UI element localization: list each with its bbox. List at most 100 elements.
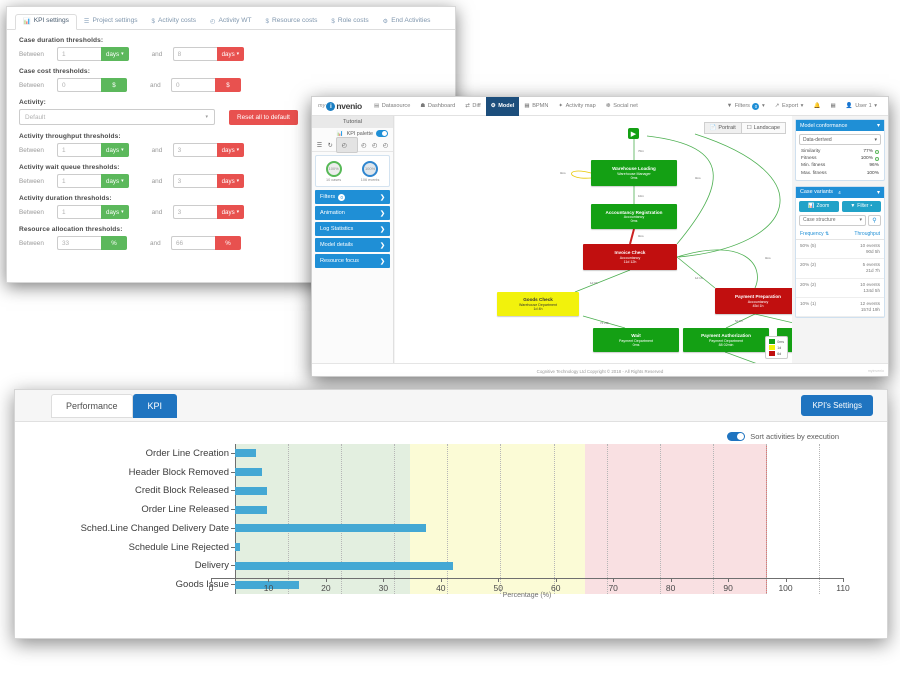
start-event-node[interactable]: ▶ [628, 128, 639, 139]
kpi-tab-resource-costs[interactable]: $ Resource costs [258, 15, 324, 29]
min-threshold-input[interactable] [57, 174, 101, 188]
bar[interactable] [235, 524, 427, 533]
accordion-model-details[interactable]: Model details ❯ [315, 238, 390, 252]
min-threshold-input[interactable] [57, 78, 101, 92]
case-variants-panel: Case variants 4 ▾ 📊 Zoom ▼ Filter • Case… [795, 185, 885, 319]
kpi-tab-project-settings[interactable]: ☰ Project settings [77, 15, 145, 29]
nav-item-activity-map[interactable]: ✦ Activity map [553, 97, 600, 116]
nav-action-export[interactable]: ↗ Export ▾ [770, 97, 809, 116]
accordion-filters[interactable]: Filters 0 ❯ [315, 190, 390, 204]
y-tick [231, 565, 235, 567]
max-threshold-input[interactable] [171, 78, 215, 92]
nav-item-bpmn[interactable]: ▦ BPMN [519, 97, 553, 116]
max-threshold-input[interactable] [171, 236, 215, 250]
max-threshold-input[interactable] [172, 47, 217, 61]
process-node-wait[interactable]: Wait Payment Department 0ms [593, 328, 679, 352]
zoom-button[interactable]: 📊 Zoom [799, 200, 839, 212]
max-threshold-unit[interactable]: days ▾ [216, 205, 245, 219]
nav-item-diff[interactable]: ⇄ Diff [460, 97, 485, 116]
clock-arrow-icon[interactable]: ◴ [369, 142, 380, 149]
gridline [765, 444, 767, 594]
case-variant-row[interactable]: 20% (2) 5 events 21d 7h [796, 259, 884, 279]
bar[interactable] [235, 561, 453, 570]
bar[interactable] [235, 505, 267, 514]
landscape-label: Landscape [753, 125, 780, 131]
kpi-tab-role-costs[interactable]: $ Role costs [324, 15, 375, 29]
kpi-settings-button[interactable]: KPI's Settings [801, 395, 873, 416]
nav-item-datasource[interactable]: ▤ Datasource [369, 97, 415, 116]
bar[interactable] [235, 449, 257, 458]
bar[interactable] [235, 486, 267, 495]
accordion-log-statistics[interactable]: Log Statistics ❯ [315, 222, 390, 236]
kpi-tab-activity-wt[interactable]: ◴ Activity WT [203, 15, 258, 29]
bar-row: Sched.Line Changed Delivery Date [81, 523, 819, 534]
conformance-source-select[interactable]: Data-derived ▾ [799, 134, 881, 145]
bar-row: Schedule Line Rejected [129, 542, 819, 553]
model-conformance-header[interactable]: Model conformance ▾ [796, 120, 884, 131]
nav-action-user-1[interactable]: 👤 User 1 ▾ [841, 97, 882, 116]
process-node-payment-preparation[interactable]: Payment Preparation Accountancy 45d 1h [715, 288, 792, 314]
nav-item-dashboard[interactable]: ☗ Dashboard [415, 97, 460, 116]
accordion-resource-focus[interactable]: Resource focus ❯ [315, 254, 390, 268]
max-threshold-unit[interactable]: days ▾ [216, 174, 245, 188]
nav-item-model[interactable]: ⚙ Model [485, 97, 520, 116]
process-model-canvas[interactable]: 📄 Portrait ☐ Landscape Warehouse Loading… [395, 116, 792, 363]
accordion-animation[interactable]: Animation ❯ [315, 206, 390, 220]
kpi-palette-toggle[interactable] [376, 130, 388, 137]
min-threshold-input[interactable] [57, 205, 101, 219]
min-threshold-unit[interactable]: days ▾ [101, 174, 129, 188]
bell-icon: 🔔 [813, 103, 821, 109]
kpi-tab-kpi-settings[interactable]: 📊 KPI settings [15, 14, 77, 30]
min-threshold-unit[interactable]: days ▾ [101, 205, 129, 219]
clock-plus-icon[interactable]: ◴ [358, 142, 369, 149]
min-threshold-input[interactable] [57, 47, 101, 61]
nav-action-grid-icon[interactable]: ▦ [825, 97, 840, 116]
nav-action-filters[interactable]: ▼ Filters 0 ▾ [722, 97, 770, 116]
process-node-goods-check[interactable]: Goods Check Warehouse Department 1d 4h [497, 292, 579, 316]
process-node-payment-authorization[interactable]: Payment Authorization Payment Department 8… [683, 328, 769, 352]
chart-tab-group: Performance KPI [51, 393, 178, 418]
clock-icon[interactable]: ◴ [335, 137, 359, 153]
sort-activities-toggle[interactable] [727, 431, 746, 441]
case-variants-header[interactable]: Case variants 4 ▾ [796, 186, 884, 198]
case-variant-row[interactable]: 10% (1) 12 events 157d 19h [796, 298, 884, 318]
kpi-tab-label: Activity costs [158, 17, 197, 25]
case-structure-select[interactable]: Case structure ▾ [799, 214, 866, 226]
column-throughput[interactable]: Throughput [854, 231, 880, 237]
activity-select[interactable]: Default ▾ [19, 109, 215, 125]
chart-tab-performance[interactable]: Performance [51, 393, 133, 418]
min-threshold-input[interactable] [57, 143, 101, 157]
max-threshold-unit[interactable]: days ▾ [216, 143, 245, 157]
process-node-warehouse-loading[interactable]: Warehouse Loading Warehouse Manager 0ms [591, 160, 677, 186]
process-node-invoice-check[interactable]: Invoice Check Accountancy 11d 12h [583, 244, 677, 270]
chart-tab-kpi[interactable]: KPI [132, 393, 178, 418]
nav-action-bell-icon[interactable]: 🔔 [808, 97, 825, 116]
max-threshold-unit[interactable]: days ▾ [216, 47, 245, 61]
kpi-tab-activity-costs[interactable]: $ Activity costs [145, 15, 204, 29]
case-variant-row[interactable]: 20% (2) 10 events 134d 5h [796, 279, 884, 298]
min-threshold-input[interactable] [57, 236, 101, 250]
kpi-tab-end-activities[interactable]: ⚙ End Activities [376, 15, 438, 29]
max-threshold-input[interactable] [172, 143, 217, 157]
bar[interactable] [235, 468, 262, 477]
min-threshold-unit[interactable]: days ▾ [101, 143, 129, 157]
nav-item-social-net[interactable]: ☸ Social net [601, 97, 643, 116]
clock-wave-icon[interactable]: ◴ [380, 142, 391, 149]
max-threshold-input[interactable] [172, 174, 217, 188]
category-label: Goods Issue [175, 579, 229, 591]
min-threshold-unit[interactable]: days ▾ [101, 47, 129, 61]
refresh-icon[interactable]: ↻ [325, 142, 336, 149]
bar[interactable] [235, 543, 241, 552]
filter-button[interactable]: ▼ Filter • [841, 200, 881, 212]
case-variant-row[interactable]: 50% (5) 10 events 90d 5h [796, 240, 884, 260]
search-icon[interactable]: ⚲ [868, 214, 881, 226]
reset-all-to-default-button[interactable]: Reset all to default [229, 109, 298, 125]
max-threshold-input[interactable] [172, 205, 217, 219]
list-icon[interactable]: ☰ [314, 142, 325, 149]
node-metric: 0ms [630, 175, 638, 180]
process-node-accountancy-registration[interactable]: Accountancy Registration Accountancy 0ms [591, 204, 677, 229]
category-label: Order Line Creation [145, 447, 229, 459]
portrait-button[interactable]: 📄 Portrait [703, 122, 742, 134]
column-frequency[interactable]: Frequency ⇅ [800, 231, 829, 237]
landscape-button[interactable]: ☐ Landscape [741, 122, 786, 134]
